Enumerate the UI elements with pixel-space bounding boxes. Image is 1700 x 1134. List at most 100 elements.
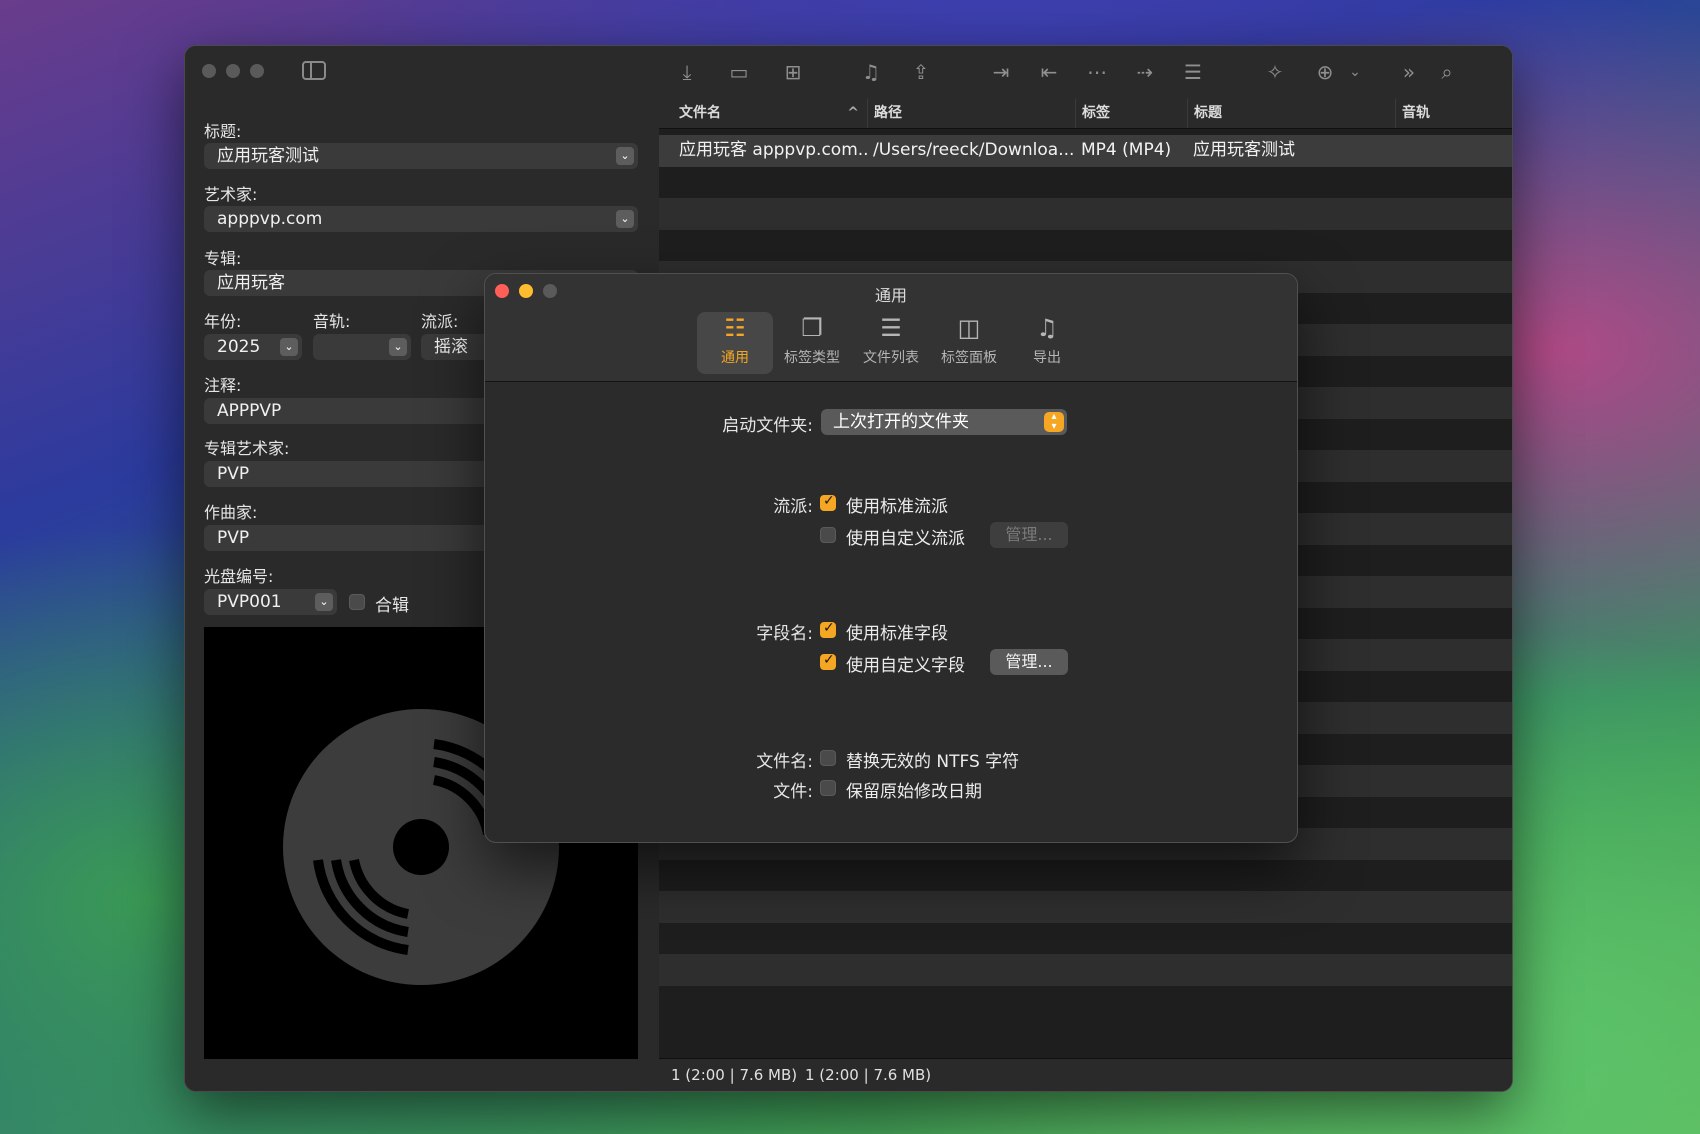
tag-to-file-icon[interactable]: ⇥: [989, 60, 1013, 84]
disc-field[interactable]: PVP001 ⌄: [204, 589, 337, 615]
search-icon[interactable]: ⌕: [1435, 60, 1459, 84]
compilation-checkbox[interactable]: [349, 594, 365, 610]
empty-row: [659, 859, 1512, 891]
tab-general[interactable]: ☷ 通用: [697, 312, 773, 374]
preserve-date-checkbox[interactable]: [820, 780, 836, 796]
sidebar-toggle-icon[interactable]: [302, 61, 326, 80]
table-row[interactable]: 应用玩客 apppvp.com.... /Users/reeck/Downloa…: [659, 135, 1512, 167]
cell-path: /Users/reeck/Downloa...: [873, 140, 1073, 160]
title-label: 标题:: [204, 122, 242, 141]
year-value: 2025: [217, 337, 261, 357]
startup-folder-value: 上次打开的文件夹: [833, 412, 969, 432]
minimize-button[interactable]: [226, 64, 240, 78]
album-value: 应用玩客: [217, 273, 285, 293]
more-icon[interactable]: »: [1397, 60, 1421, 84]
tab-tag-types[interactable]: ❐ 标签类型: [774, 312, 850, 374]
artist-label: 艺术家:: [204, 185, 258, 204]
col-title[interactable]: 标题: [1187, 98, 1395, 128]
fields-section-label: 字段名:: [756, 624, 813, 644]
zoom-button[interactable]: [250, 64, 264, 78]
startup-folder-label: 启动文件夹:: [722, 416, 813, 436]
tab-file-list[interactable]: ☰ 文件列表: [853, 312, 929, 374]
standard-fields-checkbox[interactable]: [820, 620, 836, 638]
status-selected: 1 (2:00 | 7.6 MB): [671, 1066, 798, 1084]
folder-add-icon[interactable]: ⊞: [781, 60, 805, 84]
chevron-down-icon[interactable]: ⌄: [280, 338, 298, 356]
cell-tag: MP4 (MP4): [1081, 140, 1172, 160]
custom-fields-text: 使用自定义字段: [846, 656, 965, 676]
tag-to-tag-icon[interactable]: ⋯: [1085, 60, 1109, 84]
title-field[interactable]: 应用玩客测试 ⌄: [204, 143, 638, 169]
col-filename[interactable]: 文件名 ^: [659, 98, 867, 128]
artist-value: apppvp.com: [217, 209, 323, 229]
empty-row: [659, 229, 1512, 261]
col-track-label: 音轨: [1402, 105, 1430, 121]
composer-label: 作曲家:: [204, 503, 258, 522]
file-to-tag-icon[interactable]: ⇤: [1037, 60, 1061, 84]
year-label: 年份:: [204, 312, 242, 331]
add-to-list-icon[interactable]: ⊕: [1313, 60, 1337, 84]
status-total: 1 (2:00 | 7.6 MB): [805, 1066, 932, 1084]
tag-panel-icon: ◫: [957, 314, 981, 342]
list-icon[interactable]: ☰: [1181, 60, 1205, 84]
standard-genre-checkbox[interactable]: [820, 493, 836, 511]
col-track[interactable]: 音轨: [1395, 98, 1512, 128]
album-label: 专辑:: [204, 249, 242, 268]
manage-fields-button[interactable]: 管理...: [990, 649, 1068, 675]
tag-types-icon: ❐: [801, 314, 823, 342]
track-field[interactable]: ⌄: [313, 334, 411, 360]
tab-export-label: 导出: [1033, 350, 1061, 366]
comment-value: APPPVP: [217, 401, 282, 421]
chevron-down-icon[interactable]: ⌄: [315, 593, 333, 611]
startup-folder-select[interactable]: 上次打开的文件夹 ▴ ▾: [821, 409, 1067, 435]
comment-label: 注释:: [204, 376, 242, 395]
col-path[interactable]: 路径: [867, 98, 1075, 128]
tab-file-list-label: 文件列表: [863, 350, 919, 366]
custom-fields-checkbox[interactable]: [820, 652, 836, 670]
artist-field[interactable]: apppvp.com ⌄: [204, 206, 638, 232]
chevron-down-icon[interactable]: ⌄: [389, 338, 407, 356]
folder-icon[interactable]: ▭: [727, 60, 751, 84]
col-filename-label: 文件名: [679, 105, 721, 121]
manage-genre-button[interactable]: 管理...: [990, 522, 1068, 548]
export-icon: ♫: [1036, 314, 1058, 342]
import-icon[interactable]: ⤓: [675, 60, 699, 84]
ntfs-checkbox[interactable]: [820, 750, 836, 766]
toolbar: ⤓ ▭ ⊞ ♫ ⇪ ⇥ ⇤ ⋯ ⇢ ☰ ✧ ⊕ ⌄ » ⌕: [659, 46, 1512, 98]
tab-general-label: 通用: [721, 350, 749, 366]
cell-filename: 应用玩客 apppvp.com....: [679, 140, 869, 160]
chevron-down-icon[interactable]: ⌄: [616, 210, 634, 228]
chevron-down-icon[interactable]: ⌄: [616, 147, 634, 165]
disc-label: 光盘编号:: [204, 567, 274, 586]
preserve-date-text: 保留原始修改日期: [846, 782, 982, 802]
column-header: 文件名 ^ 路径 标签 标题 音轨: [659, 98, 1512, 129]
music-list-icon[interactable]: ♫: [859, 60, 883, 84]
disc-value: PVP001: [217, 592, 282, 612]
title-value: 应用玩客测试: [217, 146, 319, 166]
col-tag-label: 标签: [1082, 105, 1110, 121]
close-button[interactable]: [202, 64, 216, 78]
file-section-label: 文件:: [773, 782, 813, 802]
file-action-icon[interactable]: ⇢: [1133, 60, 1157, 84]
share-icon[interactable]: ⇪: [909, 60, 933, 84]
album-artist-value: PVP: [217, 464, 250, 484]
col-tag[interactable]: 标签: [1075, 98, 1187, 128]
col-path-label: 路径: [874, 105, 902, 121]
genre-value: 摇滚: [434, 337, 468, 357]
empty-row: [659, 166, 1512, 198]
empty-row: [659, 198, 1512, 230]
track-label: 音轨:: [313, 312, 351, 331]
empty-row: [659, 922, 1512, 954]
magic-wand-icon[interactable]: ✧: [1263, 60, 1287, 84]
ntfs-text: 替换无效的 NTFS 字符: [846, 752, 1020, 772]
custom-genre-checkbox[interactable]: [820, 527, 836, 543]
tab-export[interactable]: ♫ 导出: [1009, 312, 1085, 374]
dialog-title: 通用: [874, 286, 907, 305]
genre-section-label: 流派:: [773, 497, 813, 517]
year-field[interactable]: 2025 ⌄: [204, 334, 302, 360]
genre-label: 流派:: [421, 312, 459, 331]
empty-row: [659, 985, 1512, 1017]
tab-tag-panel[interactable]: ◫ 标签面板: [931, 312, 1007, 374]
chevron-down-icon[interactable]: ⌄: [1343, 60, 1367, 84]
tab-tag-types-label: 标签类型: [784, 350, 840, 366]
